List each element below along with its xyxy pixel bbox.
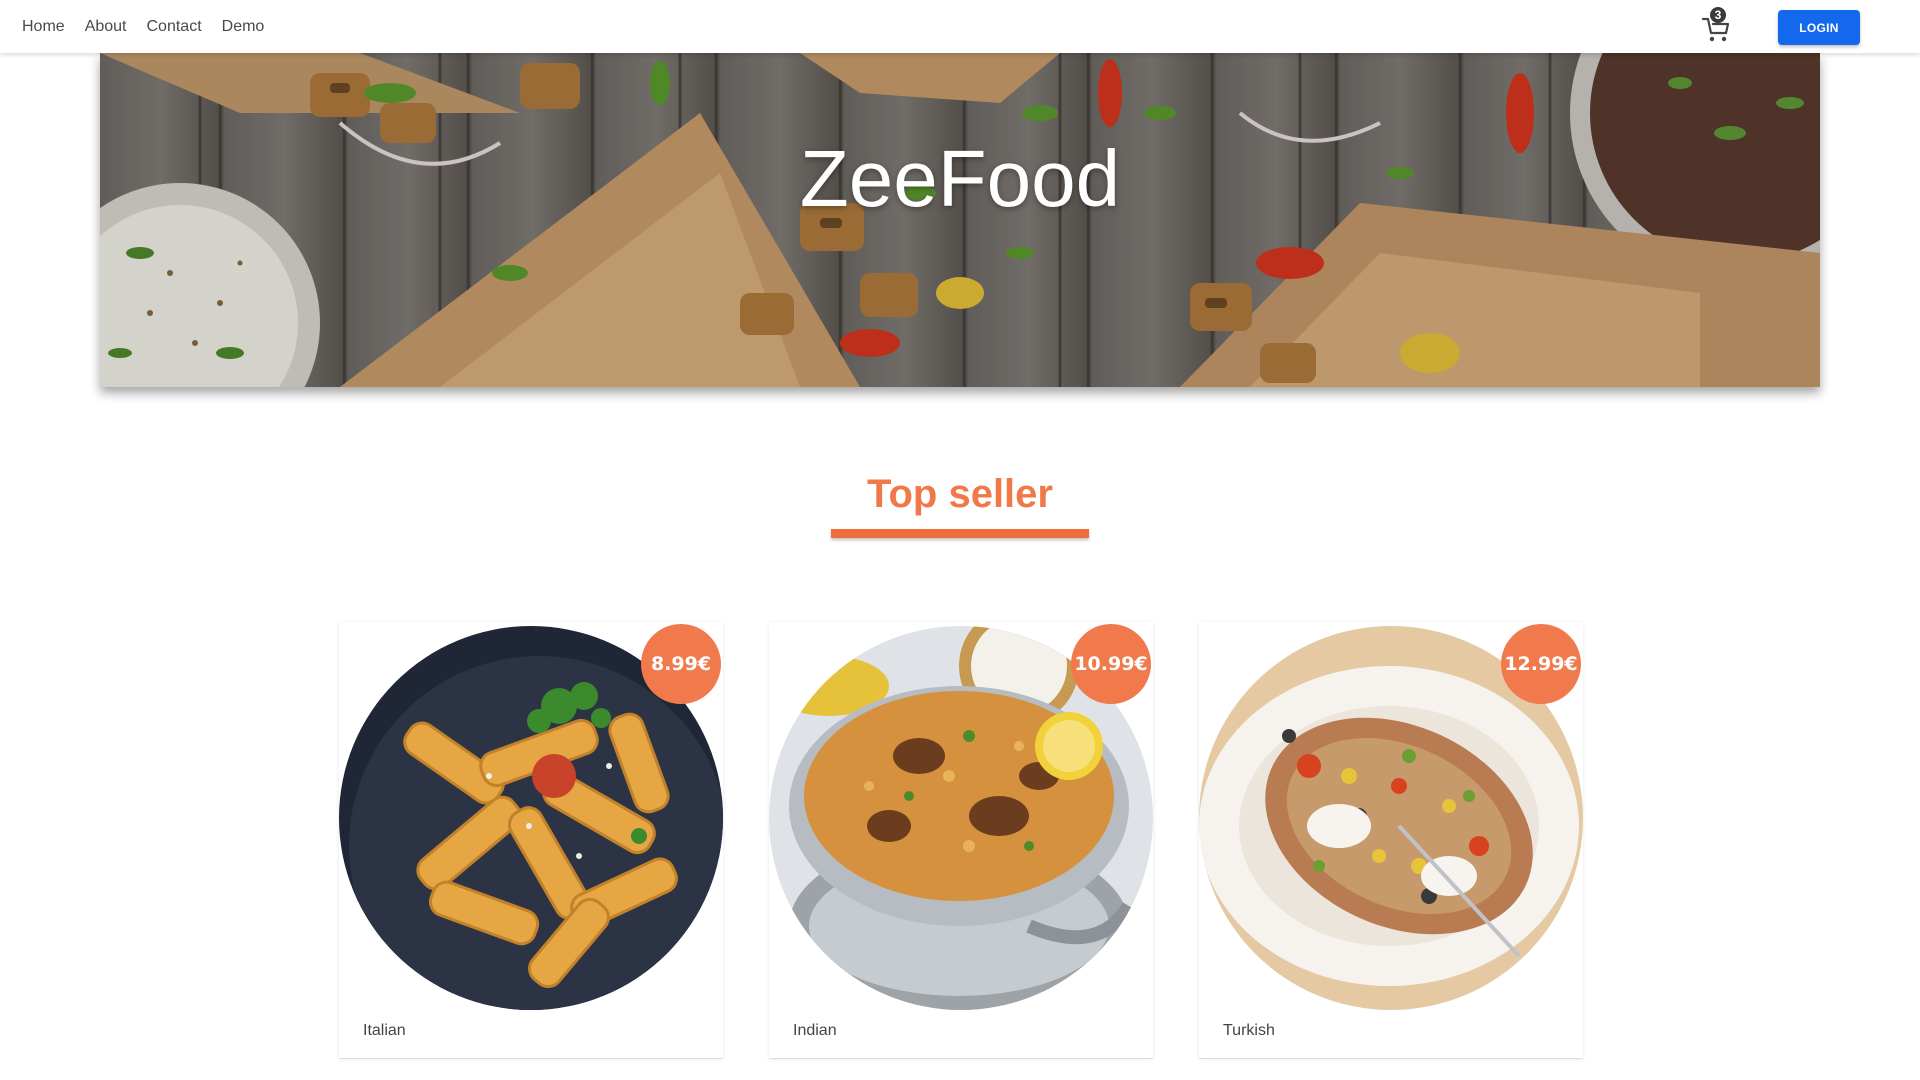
nav-link-about[interactable]: About: [85, 18, 127, 36]
price-badge: 12.99€: [1501, 624, 1581, 704]
product-label: Turkish: [1223, 1022, 1275, 1039]
nav-link-home[interactable]: Home: [22, 18, 65, 36]
nav-links: Home About Contact Demo: [22, 0, 264, 53]
login-button[interactable]: LOGIN: [1778, 10, 1860, 45]
product-card-turkish[interactable]: 12.99€ Turkish: [1199, 622, 1583, 1059]
card-divider: [1199, 1058, 1583, 1059]
product-card-italian[interactable]: 8.99€ Italian: [339, 622, 723, 1059]
nav-link-demo[interactable]: Demo: [222, 18, 265, 36]
card-divider: [769, 1058, 1153, 1059]
nav-link-contact[interactable]: Contact: [147, 18, 202, 36]
section-title: Top seller: [867, 472, 1053, 516]
navbar: Home About Contact Demo 3 LOGIN: [0, 0, 1920, 53]
product-card-indian[interactable]: 10.99€ Indian: [769, 622, 1153, 1059]
cart-button[interactable]: 3: [1700, 5, 1732, 43]
cart-count-badge: 3: [1710, 7, 1726, 23]
card-divider: [339, 1058, 723, 1059]
price-badge: 8.99€: [641, 624, 721, 704]
product-label: Indian: [793, 1022, 837, 1039]
section-title-underline: [831, 529, 1089, 538]
hero-banner: ZeeFood: [100, 53, 1820, 387]
hero-title: ZeeFood: [799, 134, 1121, 223]
product-label: Italian: [363, 1022, 406, 1039]
price-badge: 10.99€: [1071, 624, 1151, 704]
